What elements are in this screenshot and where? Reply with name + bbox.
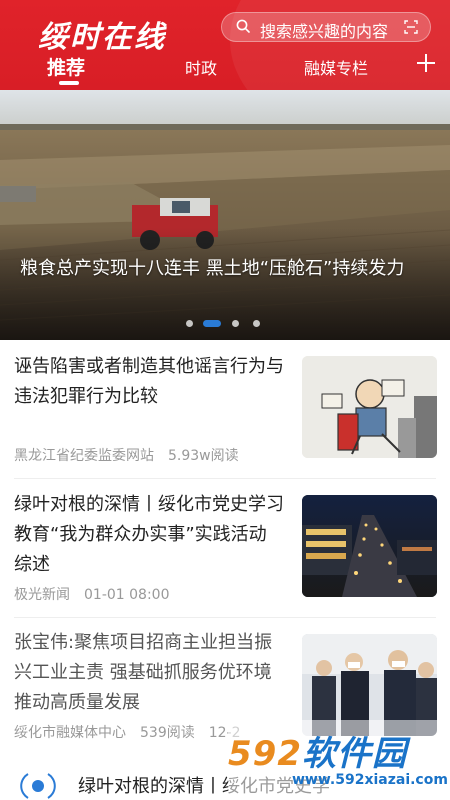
banner-carousel[interactable] bbox=[0, 90, 450, 340]
watermark-brand-text: 软件园 bbox=[301, 734, 407, 774]
article-meta: 极光新闻 01-01 08:00 bbox=[14, 584, 183, 604]
tab-politics[interactable]: 时政 bbox=[185, 55, 217, 79]
search-placeholder: 搜索感兴趣的内容 bbox=[260, 22, 389, 41]
carousel-dot-active bbox=[203, 320, 221, 327]
live-broadcast-icon bbox=[20, 773, 56, 799]
app-header: 绥时在线 搜索感兴趣的内容 推荐 时政 融媒专栏 bbox=[0, 0, 450, 90]
article-thumbnail[interactable] bbox=[302, 495, 437, 597]
carousel-dot bbox=[232, 320, 239, 327]
watermark-brand-num: 592 bbox=[228, 734, 302, 774]
article-meta: 绥化市融媒体中心 539阅读 12-2 bbox=[14, 722, 255, 742]
banner-image bbox=[0, 90, 450, 340]
search-bar[interactable]: 搜索感兴趣的内容 bbox=[221, 12, 431, 42]
watermark-url: www.592xiazai.com bbox=[292, 772, 448, 788]
divider bbox=[14, 478, 436, 479]
article-meta: 黑龙江省纪委监委网站 5.93w阅读 bbox=[14, 445, 253, 465]
article-title[interactable]: 绿叶对根的深情丨绥化市党史学习教育“我为群众办实事”实践活动综述 bbox=[14, 490, 284, 580]
search-icon bbox=[236, 19, 250, 33]
article-reads: 539阅读 bbox=[140, 725, 195, 741]
carousel-dot bbox=[253, 320, 260, 327]
article-title[interactable]: 张宝伟:聚焦项目招商主业担当振兴工业主责 强基础抓服务优环境推动高质量发展 bbox=[14, 628, 284, 718]
app-logo: 绥时在线 bbox=[38, 20, 166, 55]
tab-media-column[interactable]: 融媒专栏 bbox=[304, 55, 368, 79]
divider bbox=[14, 617, 436, 618]
scan-icon[interactable] bbox=[404, 20, 418, 34]
article-thumbnail[interactable] bbox=[302, 356, 437, 458]
active-tab-indicator bbox=[59, 81, 79, 85]
add-channel-icon[interactable] bbox=[415, 52, 437, 74]
article-source: 极光新闻 bbox=[14, 587, 70, 603]
article-date: 01-01 08:00 bbox=[84, 587, 170, 603]
night-city-photo bbox=[302, 495, 437, 597]
watermark-logo: 592软件园 bbox=[228, 726, 407, 775]
article-reads: 5.93w阅读 bbox=[168, 448, 239, 464]
tab-recommend[interactable]: 推荐 bbox=[47, 53, 85, 80]
cartoon-illustration bbox=[302, 356, 437, 458]
article-title[interactable]: 诬告陷害或者制造其他谣言行为与违法犯罪行为比较 bbox=[14, 352, 284, 412]
article-source: 绥化市融媒体中心 bbox=[14, 725, 126, 741]
banner-title[interactable]: 粮食总产实现十八连丰 黑土地“压舱石”持续发力 bbox=[20, 254, 440, 283]
carousel-dot bbox=[186, 320, 193, 327]
article-source: 黑龙江省纪委监委网站 bbox=[14, 448, 154, 464]
